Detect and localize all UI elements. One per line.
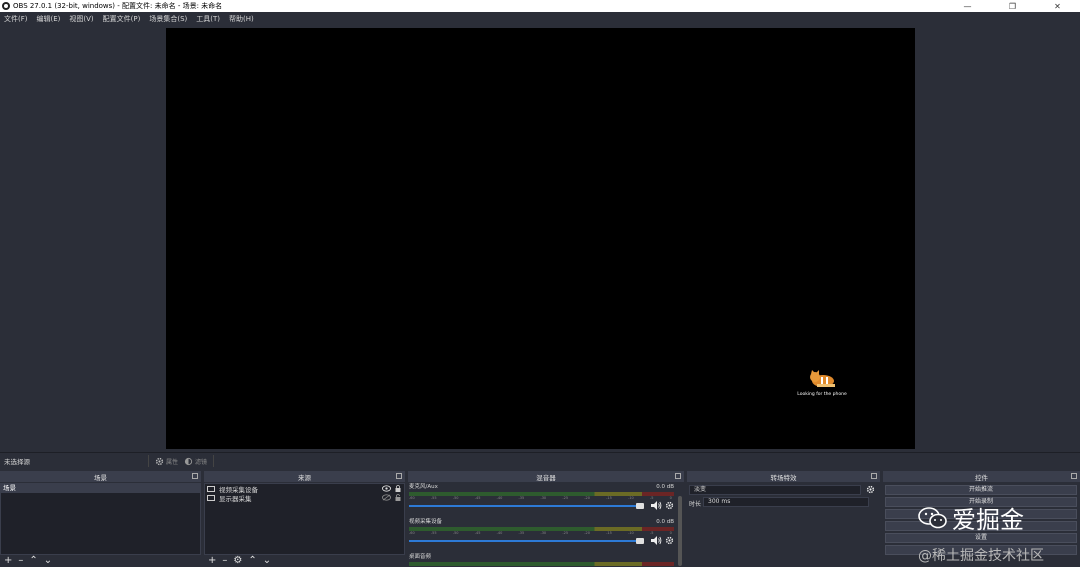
restore-button[interactable]: ❐ bbox=[990, 0, 1035, 12]
menu-tools[interactable]: 工具(T) bbox=[196, 14, 220, 24]
menu-profile[interactable]: 配置文件(P) bbox=[103, 14, 141, 24]
channel-name: 麦克风/Aux bbox=[409, 484, 438, 490]
filters-button[interactable]: 滤镜 bbox=[184, 457, 207, 466]
transitions-title: 转场特效 bbox=[770, 473, 797, 482]
menu-bar: 文件(F) 编辑(E) 视图(V) 配置文件(P) 场景集合(S) 工具(T) … bbox=[0, 12, 1080, 25]
loading-text: Looking for the phone bbox=[797, 392, 847, 397]
gear-icon[interactable]: ⚙ bbox=[233, 556, 242, 566]
sources-list: 视频采集设备 显示器采集 bbox=[204, 483, 405, 555]
duration-spinbox[interactable]: 300 ms bbox=[703, 497, 869, 507]
mixer-dock-title: 混音器 bbox=[408, 471, 684, 482]
close-button[interactable]: ✕ bbox=[1035, 0, 1080, 12]
volume-slider[interactable] bbox=[409, 537, 644, 544]
add-icon[interactable]: + bbox=[208, 556, 216, 566]
mixer-scrollbar[interactable] bbox=[678, 496, 682, 566]
undock-icon[interactable] bbox=[675, 473, 681, 479]
watermark-brand: 爱掘金 bbox=[952, 506, 1024, 534]
remove-icon[interactable]: – bbox=[18, 556, 23, 566]
monitor-icon bbox=[207, 494, 215, 501]
undock-icon[interactable] bbox=[871, 473, 877, 479]
wechat-icon bbox=[918, 506, 947, 528]
sources-title: 来源 bbox=[298, 473, 311, 482]
transitions-body: 淡变 时长 300 ms bbox=[687, 483, 880, 555]
channel-name: 视频采集设备 bbox=[409, 519, 443, 525]
window-title: OBS 27.0.1 (32-bit, windows) - 配置文件: 未命名… bbox=[13, 2, 223, 10]
transitions-dock-title: 转场特效 bbox=[687, 471, 880, 482]
eye-icon[interactable] bbox=[382, 485, 391, 492]
cat-icon bbox=[810, 370, 835, 387]
mixer-channel: 麦克风/Aux 0.0 dB -60 -55 -50 -45 -40 -35 -30 -25-… bbox=[408, 483, 684, 518]
undock-icon[interactable] bbox=[192, 473, 198, 479]
undock-icon[interactable] bbox=[1071, 473, 1077, 479]
divider bbox=[213, 455, 215, 467]
scenes-list: 场景 bbox=[0, 483, 201, 555]
sources-dock: 来源 视频采集设备 显示器采集 + – ⚙ ⌃ ⌄ bbox=[204, 471, 405, 567]
obs-logo-icon bbox=[2, 2, 10, 10]
channel-name: 桌面音频 bbox=[409, 554, 432, 560]
transition-select[interactable]: 淡变 bbox=[689, 485, 861, 495]
mixer-channels: 麦克风/Aux 0.0 dB -60 -55 -50 -45 -40 -35 -30 -25-… bbox=[408, 483, 684, 567]
gear-icon bbox=[155, 457, 164, 465]
list-item[interactable]: 显示器采集 bbox=[205, 493, 404, 503]
properties-button[interactable]: 属性 bbox=[155, 457, 178, 466]
properties-label: 属性 bbox=[166, 458, 179, 466]
watermark: 爱掘金 @稀土掘金技术社区 bbox=[918, 500, 1078, 565]
volume-slider[interactable] bbox=[409, 502, 644, 509]
duration-label: 时长 bbox=[689, 501, 702, 508]
preview-area: Looking for the phone bbox=[0, 25, 1080, 452]
channel-level: 0.0 dB bbox=[656, 484, 674, 490]
minimize-button[interactable]: — bbox=[945, 0, 990, 12]
eye-hidden-icon[interactable] bbox=[382, 494, 391, 501]
lock-icon[interactable] bbox=[395, 494, 401, 501]
title-bar: OBS 27.0.1 (32-bit, windows) - 配置文件: 未命名… bbox=[0, 0, 1080, 12]
scenes-title: 场景 bbox=[94, 473, 107, 482]
gear-icon[interactable] bbox=[665, 501, 674, 510]
gear-icon[interactable] bbox=[866, 485, 875, 494]
menu-help[interactable]: 帮助(H) bbox=[229, 14, 254, 24]
phone-loading-indicator: Looking for the phone bbox=[792, 370, 852, 397]
speaker-icon[interactable] bbox=[651, 536, 662, 545]
channel-level: 0.0 dB bbox=[656, 519, 674, 525]
controls-dock-title: 控件 bbox=[883, 471, 1080, 482]
filters-label: 滤镜 bbox=[195, 458, 208, 466]
speaker-icon[interactable] bbox=[651, 501, 662, 510]
sources-dock-title: 来源 bbox=[204, 471, 405, 482]
undock-icon[interactable] bbox=[396, 473, 402, 479]
controls-title: 控件 bbox=[975, 473, 988, 482]
scenes-toolbar: + – ⌃ ⌄ bbox=[0, 555, 201, 567]
context-bar: 未选择源 属性 滤镜 bbox=[0, 452, 1080, 469]
mixer-channel: 视频采集设备 0.0 dB -60 -55 -50 -45 -40 -35 -30 -25 -2… bbox=[408, 518, 684, 553]
menu-scene-collection[interactable]: 场景集合(S) bbox=[149, 14, 187, 24]
source-name: 显示器采集 bbox=[219, 494, 252, 503]
menu-file[interactable]: 文件(F) bbox=[4, 14, 28, 24]
sources-toolbar: + – ⚙ ⌃ ⌄ bbox=[204, 555, 405, 567]
chevron-up-icon[interactable]: ⌃ bbox=[29, 556, 37, 566]
menu-view[interactable]: 视图(V) bbox=[69, 14, 93, 24]
list-item[interactable]: 场景 bbox=[1, 484, 200, 493]
scenes-dock-title: 场景 bbox=[0, 471, 201, 482]
transitions-dock: 转场特效 淡变 时长 300 ms bbox=[687, 471, 880, 567]
filter-icon bbox=[184, 457, 193, 465]
chevron-down-icon[interactable]: ⌄ bbox=[263, 556, 271, 566]
lock-icon[interactable] bbox=[395, 485, 401, 492]
audio-mixer-dock: 混音器 麦克风/Aux 0.0 dB -60 -55 -50 -45 -40 -35 -30… bbox=[408, 471, 684, 567]
divider bbox=[148, 455, 149, 467]
preview-canvas[interactable]: Looking for the phone bbox=[166, 28, 915, 449]
mixer-title: 混音器 bbox=[536, 473, 556, 482]
watermark-sub: @稀土掘金技术社区 bbox=[918, 548, 1044, 564]
add-icon[interactable]: + bbox=[4, 556, 12, 566]
gear-icon[interactable] bbox=[665, 536, 674, 545]
menu-edit[interactable]: 编辑(E) bbox=[37, 14, 61, 24]
no-source-selected-label: 未选择源 bbox=[4, 458, 30, 466]
remove-icon[interactable]: – bbox=[222, 556, 227, 566]
mixer-channel: 桌面音频 bbox=[408, 553, 684, 567]
chevron-up-icon[interactable]: ⌃ bbox=[248, 556, 256, 566]
volume-meter bbox=[409, 562, 674, 566]
chevron-down-icon[interactable]: ⌄ bbox=[44, 556, 52, 566]
scenes-dock: 场景 场景 + – ⌃ ⌄ bbox=[0, 471, 201, 567]
camera-icon bbox=[207, 485, 215, 492]
start-streaming-button[interactable]: 开始推流 bbox=[885, 485, 1077, 495]
